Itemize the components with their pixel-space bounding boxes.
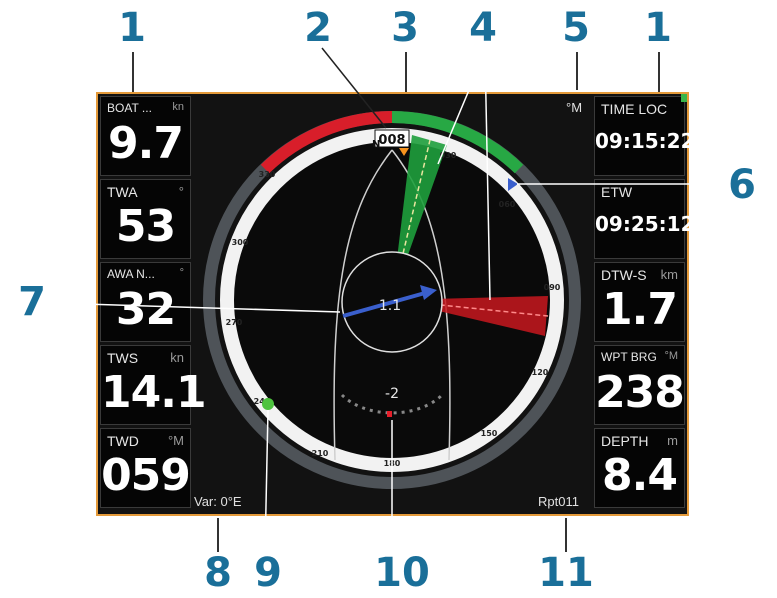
tile-unit: ° bbox=[179, 267, 184, 279]
tile-value: 238 bbox=[595, 367, 685, 418]
tile-value: 09:15:22 bbox=[595, 129, 695, 153]
tile-time-local[interactable]: TIME LOC 09:15:22 bbox=[594, 96, 695, 176]
tile-unit: ° bbox=[178, 184, 184, 199]
tile-label: AWA N... bbox=[107, 267, 155, 281]
tile-value: 53 bbox=[115, 201, 176, 252]
callout-1-left: 1 bbox=[118, 5, 146, 51]
tile-label: TWA bbox=[107, 184, 138, 200]
leader-5 bbox=[576, 52, 578, 90]
tile-label: WPT BRG bbox=[601, 350, 657, 364]
tile-value: 09:25:12 bbox=[595, 212, 695, 236]
callout-3: 3 bbox=[391, 5, 419, 51]
callout-8: 8 bbox=[204, 550, 232, 596]
tile-value: 1.7 bbox=[602, 284, 678, 335]
instrument-screen: BOAT ... kn 9.7 TWA ° 53 AWA N... ° 32 T… bbox=[96, 92, 695, 516]
leader-1-left bbox=[132, 52, 134, 92]
tile-value: 8.4 bbox=[602, 450, 678, 501]
tile-label: DTW-S bbox=[601, 267, 647, 283]
tile-label: TWS bbox=[107, 350, 139, 366]
leader-11 bbox=[565, 518, 567, 552]
tile-unit: kn bbox=[172, 101, 184, 113]
callout-9: 9 bbox=[254, 550, 282, 596]
callout-11: 11 bbox=[538, 550, 594, 596]
tile-value: 32 bbox=[115, 284, 176, 335]
callout-4: 4 bbox=[469, 5, 497, 51]
tile-unit: °M bbox=[167, 433, 184, 448]
tile-label: BOAT ... bbox=[107, 101, 152, 115]
callout-1-right: 1 bbox=[644, 5, 672, 51]
tile-unit: kn bbox=[170, 350, 184, 365]
tile-wpt-brg[interactable]: WPT BRG °M 238 bbox=[594, 345, 685, 425]
tile-etw[interactable]: ETW 09:25:12 bbox=[594, 179, 695, 259]
tile-twa[interactable]: TWA ° 53 bbox=[100, 179, 191, 259]
tile-twd[interactable]: TWD °M 059 bbox=[100, 428, 191, 508]
tile-boat-speed[interactable]: BOAT ... kn 9.7 bbox=[100, 96, 191, 176]
callout-5: 5 bbox=[562, 5, 590, 51]
tile-unit: km bbox=[660, 267, 678, 282]
tile-label: TIME LOC bbox=[601, 101, 668, 117]
tile-tws[interactable]: TWS kn 14.1 bbox=[100, 345, 207, 425]
tile-value: 14.1 bbox=[101, 367, 207, 418]
tile-label: DEPTH bbox=[601, 433, 649, 449]
tile-value: 9.7 bbox=[108, 118, 184, 169]
tile-awa[interactable]: AWA N... ° 32 bbox=[100, 262, 191, 342]
callout-6: 6 bbox=[728, 162, 756, 208]
tile-dtw[interactable]: DTW-S km 1.7 bbox=[594, 262, 685, 342]
callout-2: 2 bbox=[304, 5, 332, 51]
status-indicator bbox=[681, 94, 687, 102]
heading-unit: °M bbox=[566, 100, 583, 115]
tile-unit: °M bbox=[664, 350, 678, 362]
callout-7: 7 bbox=[18, 279, 46, 325]
tile-value: 059 bbox=[101, 450, 191, 501]
repeater-text: Rpt011 bbox=[538, 494, 579, 509]
tile-unit: m bbox=[667, 433, 678, 448]
callout-10: 10 bbox=[374, 550, 430, 596]
variation-text: Var: 0°E bbox=[194, 494, 242, 509]
tile-label: TWD bbox=[107, 433, 139, 449]
tile-depth[interactable]: DEPTH m 8.4 bbox=[594, 428, 685, 508]
tile-label: ETW bbox=[601, 184, 633, 200]
leader-1-right bbox=[658, 52, 660, 92]
leader-8 bbox=[217, 518, 219, 552]
